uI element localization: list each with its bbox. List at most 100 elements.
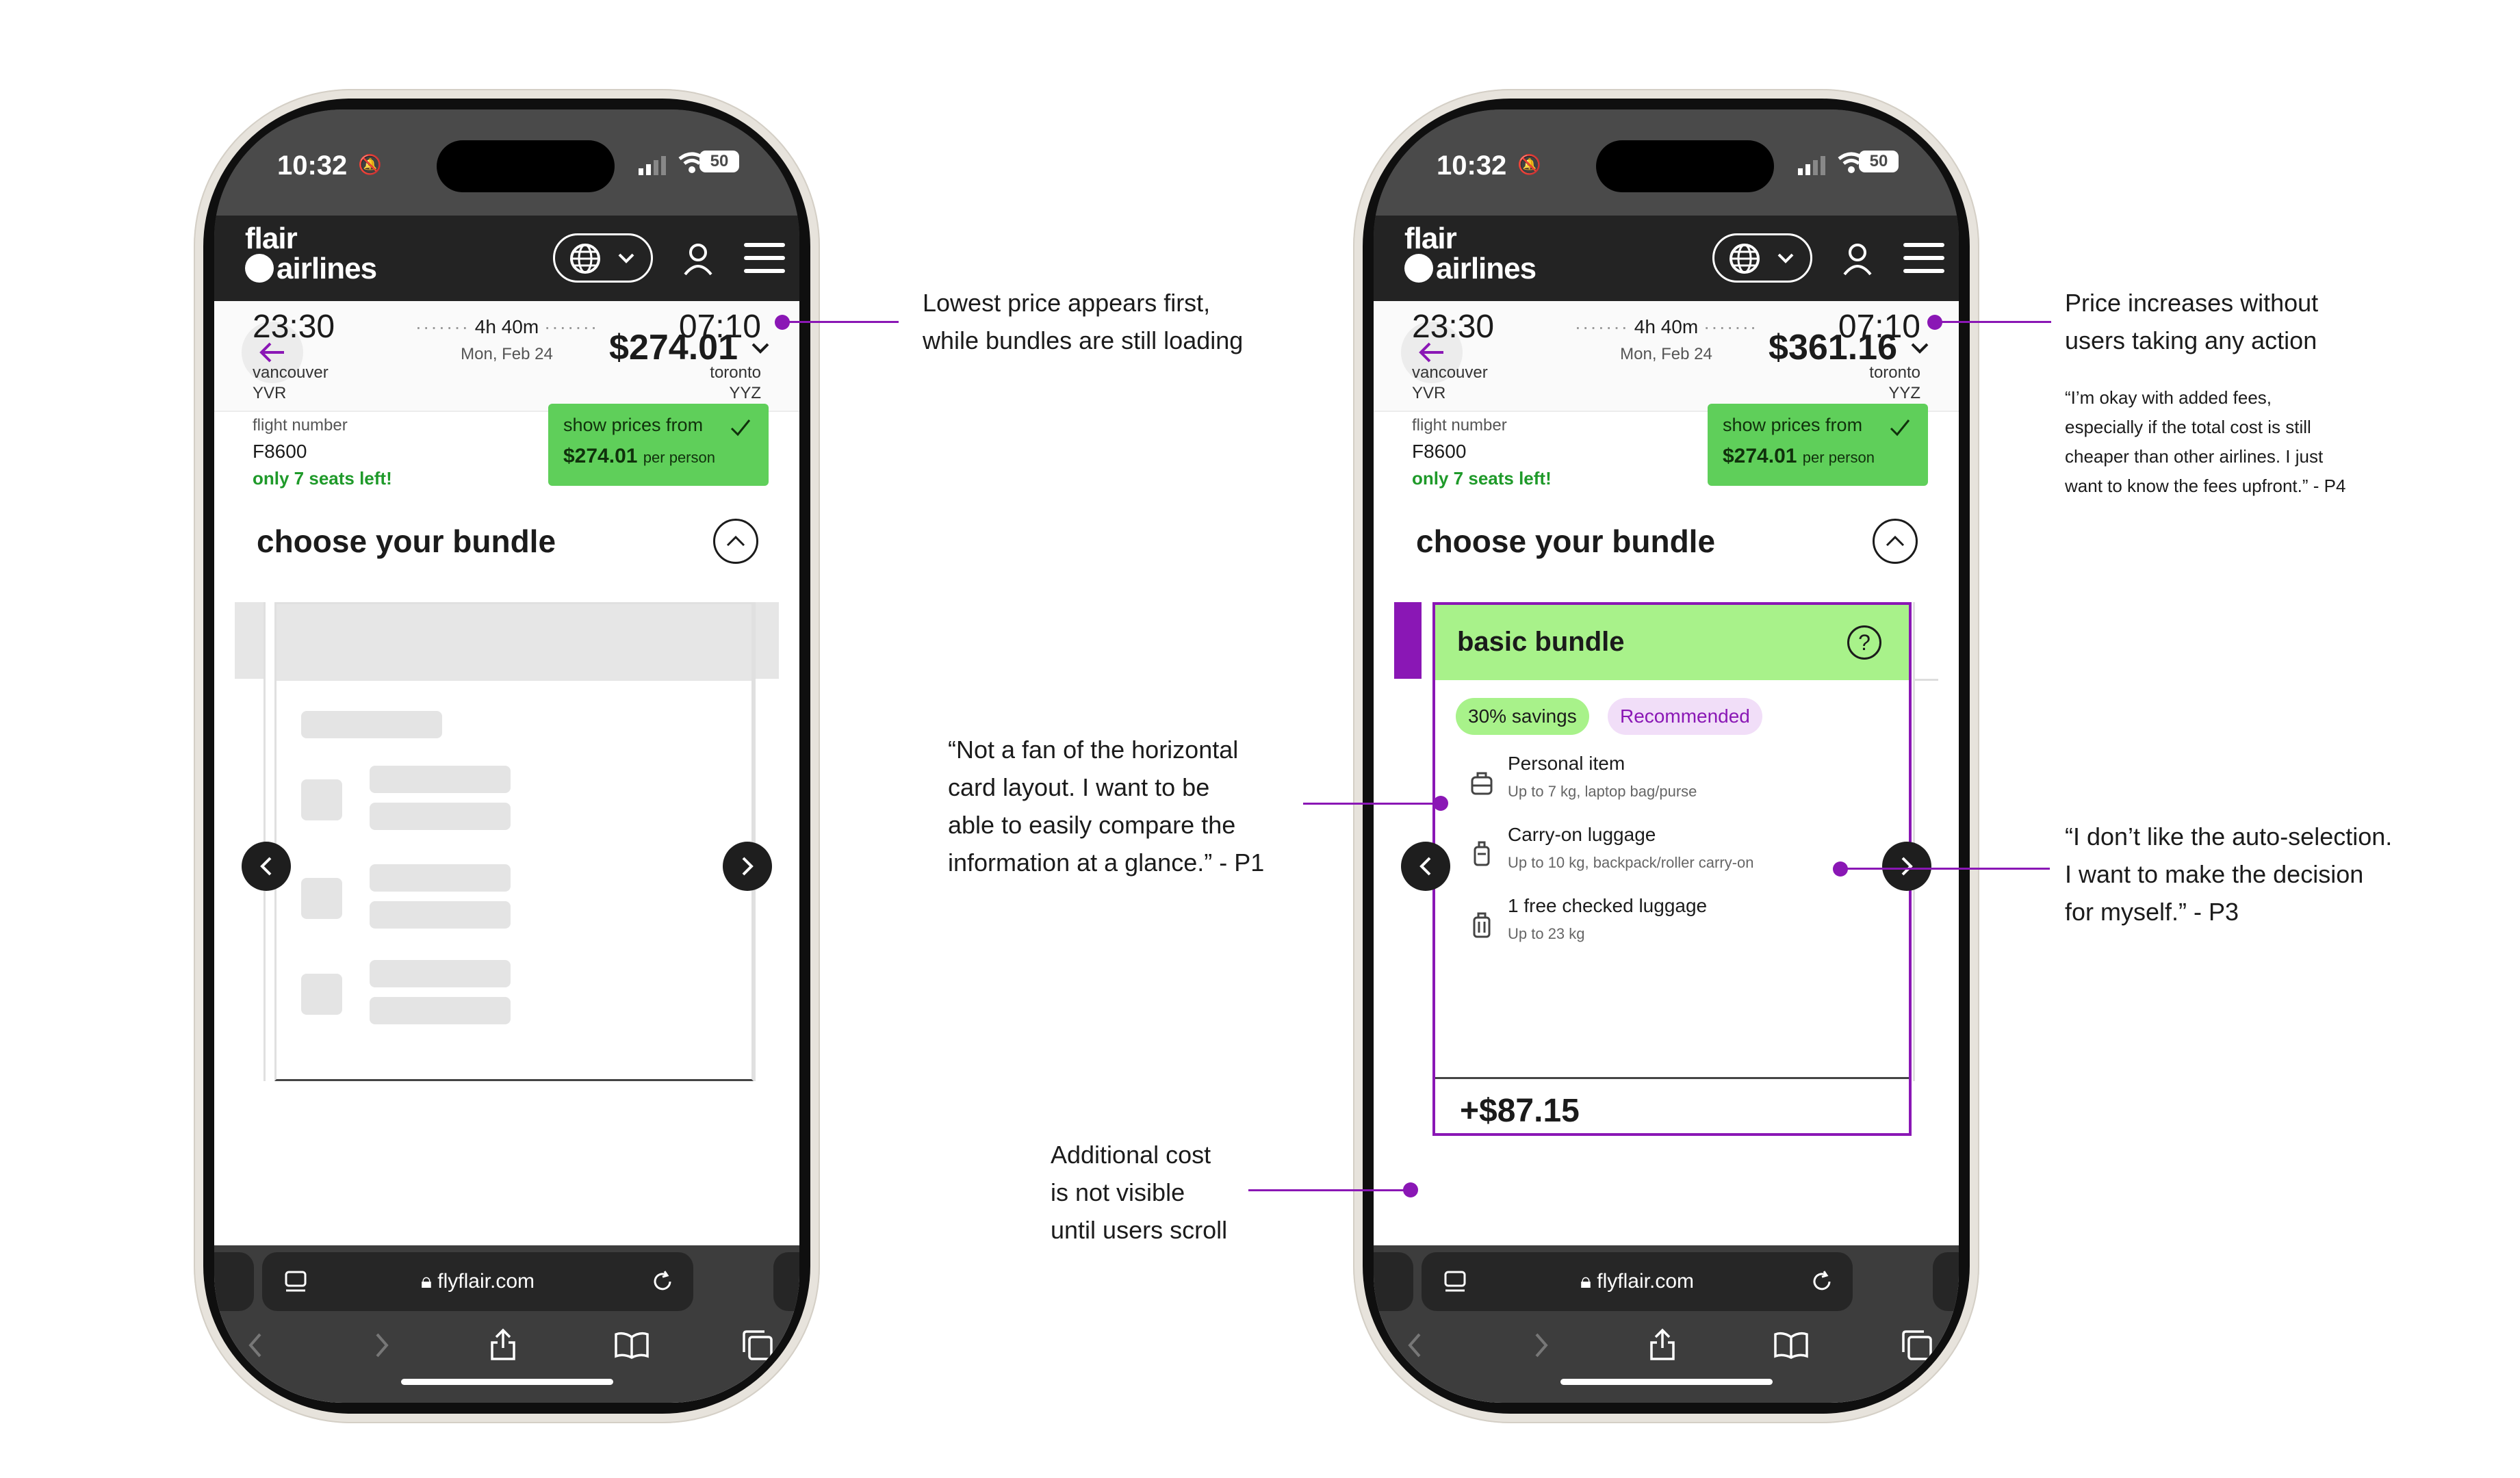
next-bundle-peek[interactable] bbox=[1913, 602, 1938, 1081]
chevron-down-icon bbox=[618, 253, 634, 263]
next-tab-peek[interactable] bbox=[1933, 1252, 1959, 1311]
destination-city: toronto bbox=[710, 363, 761, 382]
destination: toronto YYZ bbox=[710, 363, 761, 404]
chevron-up-icon bbox=[1886, 535, 1905, 547]
check-icon bbox=[730, 419, 751, 437]
annotation-line: want to know the fees upfront.” - P4 bbox=[2065, 476, 2346, 496]
reload-icon[interactable] bbox=[651, 1270, 674, 1293]
destination: toronto YYZ bbox=[1869, 363, 1920, 404]
next-card-peek bbox=[754, 602, 779, 1081]
skeleton-line bbox=[370, 901, 511, 929]
browser-back-icon[interactable] bbox=[245, 1332, 266, 1359]
annotation-line: “Not a fan of the horizontal bbox=[948, 736, 1239, 764]
seats-left: only 7 seats left! bbox=[1412, 468, 1552, 489]
flair-logo[interactable]: flair airlines bbox=[245, 222, 377, 285]
home-indicator[interactable] bbox=[1560, 1379, 1773, 1385]
carousel-prev-button[interactable] bbox=[1401, 842, 1450, 891]
origin: vancouver YVR bbox=[1412, 363, 1488, 404]
address-field[interactable]: 🔒︎ flyflair.com bbox=[262, 1252, 693, 1311]
flight-date: Mon, Feb 24 bbox=[461, 345, 553, 363]
address-field[interactable]: 🔒︎ flyflair.com bbox=[1422, 1252, 1853, 1311]
origin-code: YVR bbox=[253, 384, 287, 402]
logo-dot bbox=[245, 254, 274, 283]
phone-mockup-left: 10:32 🔕 50 flair airlines $274.01 23:30 … bbox=[194, 89, 820, 1423]
profile-icon[interactable] bbox=[1839, 240, 1876, 277]
signal-icon bbox=[639, 156, 666, 175]
browser-toolbar bbox=[214, 1311, 799, 1403]
globe-icon bbox=[570, 244, 600, 274]
browser-forward-icon[interactable] bbox=[372, 1332, 392, 1359]
carousel-next-button[interactable] bbox=[723, 842, 772, 891]
chevron-right-icon bbox=[1901, 857, 1913, 876]
suitcase-icon bbox=[1473, 912, 1491, 938]
backpack-icon bbox=[1471, 772, 1493, 795]
skeleton-line bbox=[370, 997, 511, 1024]
destination-city: toronto bbox=[1869, 363, 1920, 382]
show-prices-value: $274.01 per person bbox=[1723, 445, 1875, 468]
profile-icon[interactable] bbox=[680, 240, 717, 277]
language-selector[interactable] bbox=[553, 233, 653, 283]
chevron-down-icon bbox=[1777, 253, 1794, 263]
skeleton-header bbox=[277, 604, 751, 681]
callout-dot bbox=[1433, 796, 1448, 811]
annotation-lowest-price: Lowest price appears first, while bundle… bbox=[923, 284, 1243, 359]
bookmarks-icon[interactable] bbox=[614, 1332, 650, 1359]
inclusion-subtitle: Up to 23 kg bbox=[1508, 925, 1585, 942]
share-icon[interactable] bbox=[488, 1327, 518, 1362]
flight-number-label: flight number bbox=[253, 416, 348, 435]
page-content: $361.16 23:30 07:10 ······· 4h 40m ·····… bbox=[1374, 301, 1959, 1403]
annotation-line: Price increases without bbox=[2065, 289, 2319, 317]
language-selector[interactable] bbox=[1712, 233, 1812, 283]
tabs-icon[interactable] bbox=[1901, 1329, 1933, 1362]
prev-tab-peek[interactable] bbox=[1374, 1252, 1413, 1311]
browser-back-icon[interactable] bbox=[1404, 1332, 1425, 1359]
logo-line1: flair bbox=[245, 222, 298, 255]
bundle-carousel-loading bbox=[214, 602, 799, 1108]
help-icon[interactable]: ? bbox=[1847, 625, 1881, 660]
skeleton-card bbox=[274, 602, 754, 1081]
annotation-line: especially if the total cost is still bbox=[2065, 417, 2311, 437]
inclusion-title: 1 free checked luggage bbox=[1508, 895, 1708, 916]
next-tab-peek[interactable] bbox=[773, 1252, 799, 1311]
carousel-prev-button[interactable] bbox=[242, 842, 291, 891]
show-prices-label: show prices from bbox=[1723, 415, 1863, 435]
tabs-icon[interactable] bbox=[741, 1329, 774, 1362]
prev-tab-peek[interactable] bbox=[214, 1252, 254, 1311]
bookmarks-icon[interactable] bbox=[1773, 1332, 1809, 1359]
reload-icon[interactable] bbox=[1810, 1270, 1834, 1293]
globe-icon bbox=[1730, 244, 1760, 274]
per-person: per person bbox=[643, 449, 715, 466]
annotation-auto-selection-quote: “I don’t like the auto-selection. I want… bbox=[2065, 818, 2392, 931]
annotation-line: Lowest price appears first, bbox=[923, 289, 1211, 317]
carousel-next-button[interactable] bbox=[1882, 842, 1931, 891]
menu-icon[interactable] bbox=[1903, 243, 1944, 273]
chevron-right-icon bbox=[742, 857, 754, 876]
reader-icon[interactable] bbox=[284, 1270, 307, 1293]
prev-bundle-peek[interactable] bbox=[1394, 602, 1422, 1081]
show-prices-button[interactable]: show prices from $274.01 per person bbox=[548, 404, 769, 486]
recommended-badge: Recommended bbox=[1608, 698, 1762, 735]
collapse-button[interactable] bbox=[1873, 519, 1918, 564]
show-prices-amount: $274.01 bbox=[1723, 445, 1797, 467]
home-indicator[interactable] bbox=[400, 1379, 613, 1385]
share-icon[interactable] bbox=[1647, 1327, 1677, 1362]
skeleton-icon bbox=[301, 974, 342, 1015]
browser-forward-icon[interactable] bbox=[1531, 1332, 1552, 1359]
annotation-price-increase: Price increases without users taking any… bbox=[2065, 284, 2318, 359]
menu-icon[interactable] bbox=[744, 243, 785, 273]
duration-text: 4h 40m bbox=[1634, 316, 1699, 337]
callout-line bbox=[782, 321, 899, 323]
phone-screen: 10:32 🔕 50 flair airlines bbox=[214, 109, 799, 1403]
show-prices-button[interactable]: show prices from $274.01 per person bbox=[1708, 404, 1928, 486]
origin-city: vancouver bbox=[1412, 363, 1488, 382]
check-icon bbox=[1890, 419, 1910, 437]
annotation-line: card layout. I want to be bbox=[948, 773, 1210, 801]
logo-line2: airlines bbox=[277, 252, 377, 285]
signal-icon bbox=[1798, 156, 1825, 175]
reader-icon[interactable] bbox=[1443, 1270, 1467, 1293]
flair-logo[interactable]: flair airlines bbox=[1404, 224, 1537, 284]
browser-url-bar: 🔒︎ flyflair.com bbox=[1374, 1245, 1959, 1311]
show-prices-amount: $274.01 bbox=[563, 445, 638, 467]
collapse-button[interactable] bbox=[713, 519, 758, 564]
page-content: $274.01 23:30 07:10 ······· 4h 40m ·····… bbox=[214, 301, 799, 1403]
